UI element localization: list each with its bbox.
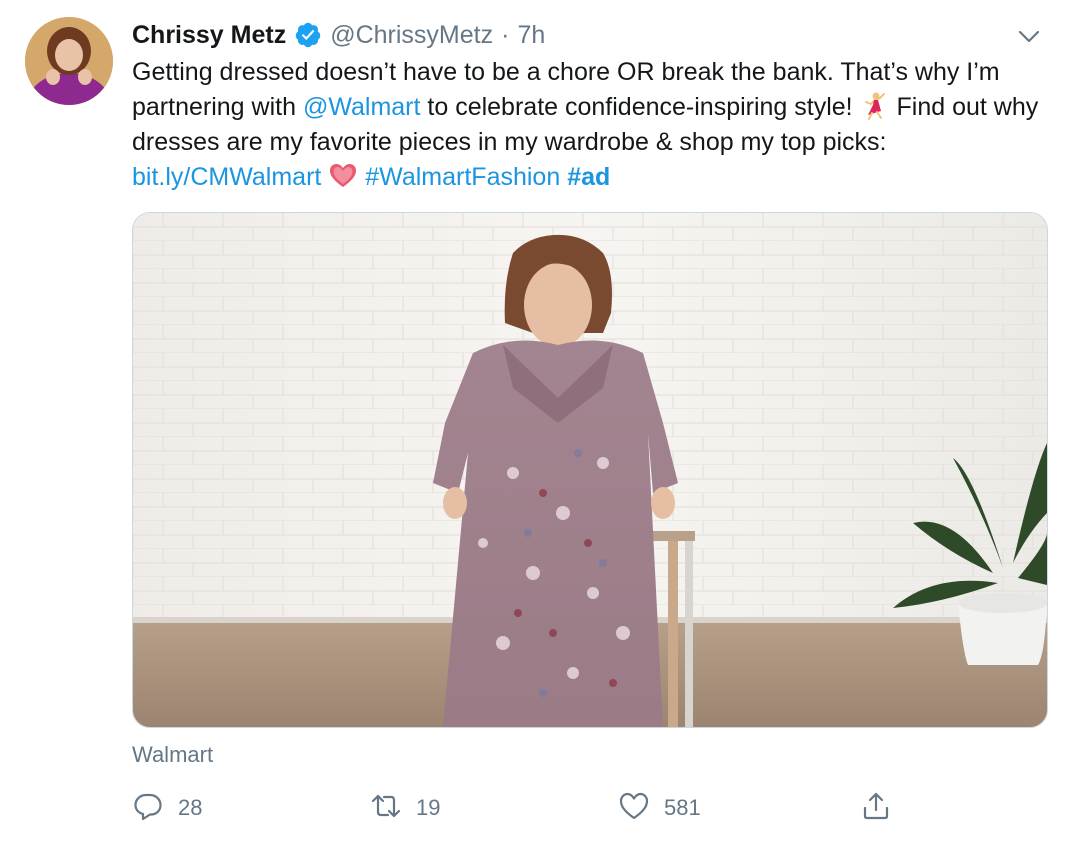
retweet-count: 19 <box>416 795 441 820</box>
media-source-label[interactable]: Walmart <box>132 742 213 768</box>
hashtag-walmartfashion[interactable]: #WalmartFashion <box>365 163 560 191</box>
share-button[interactable] <box>860 786 892 830</box>
tweet-timestamp[interactable]: 7h <box>517 21 545 50</box>
reply-button[interactable]: 28 <box>132 786 202 830</box>
chevron-down-icon[interactable] <box>1014 21 1044 51</box>
retweet-button[interactable]: 19 <box>370 786 440 830</box>
dancing-woman-emoji <box>860 91 890 121</box>
promo-photo <box>133 213 1047 727</box>
tweet-header: Chrissy Metz @ChrissyMetz · 7h <box>132 17 1052 53</box>
tweet-text: Getting dressed doesn’t have to be a cho… <box>132 55 1042 195</box>
url-link[interactable]: bit.ly/CMWalmart <box>132 163 321 191</box>
author-name[interactable]: Chrissy Metz <box>132 21 286 50</box>
separator-dot: · <box>501 20 510 49</box>
share-icon <box>860 790 892 827</box>
reply-count: 28 <box>178 795 203 820</box>
like-count: 581 <box>664 795 701 820</box>
author-handle[interactable]: @ChrissyMetz <box>330 21 493 50</box>
tweet-media-photo[interactable] <box>132 212 1048 728</box>
like-heart-icon <box>618 790 650 827</box>
heart-emoji <box>328 161 358 191</box>
avatar[interactable] <box>25 17 113 105</box>
mention-link[interactable]: @Walmart <box>303 93 421 121</box>
tweet[interactable]: Chrissy Metz @ChrissyMetz · 7h Getting d… <box>0 0 1072 842</box>
tweet-actions: 28 19 581 <box>132 786 932 830</box>
avatar-photo <box>25 17 113 105</box>
retweet-icon <box>370 790 402 827</box>
verified-badge-icon <box>294 21 322 49</box>
hashtag-ad[interactable]: #ad <box>567 163 610 191</box>
like-button[interactable]: 581 <box>618 786 701 830</box>
tweet-text-part2: to celebrate confidence-inspiring style! <box>420 93 860 121</box>
reply-icon <box>132 790 164 827</box>
